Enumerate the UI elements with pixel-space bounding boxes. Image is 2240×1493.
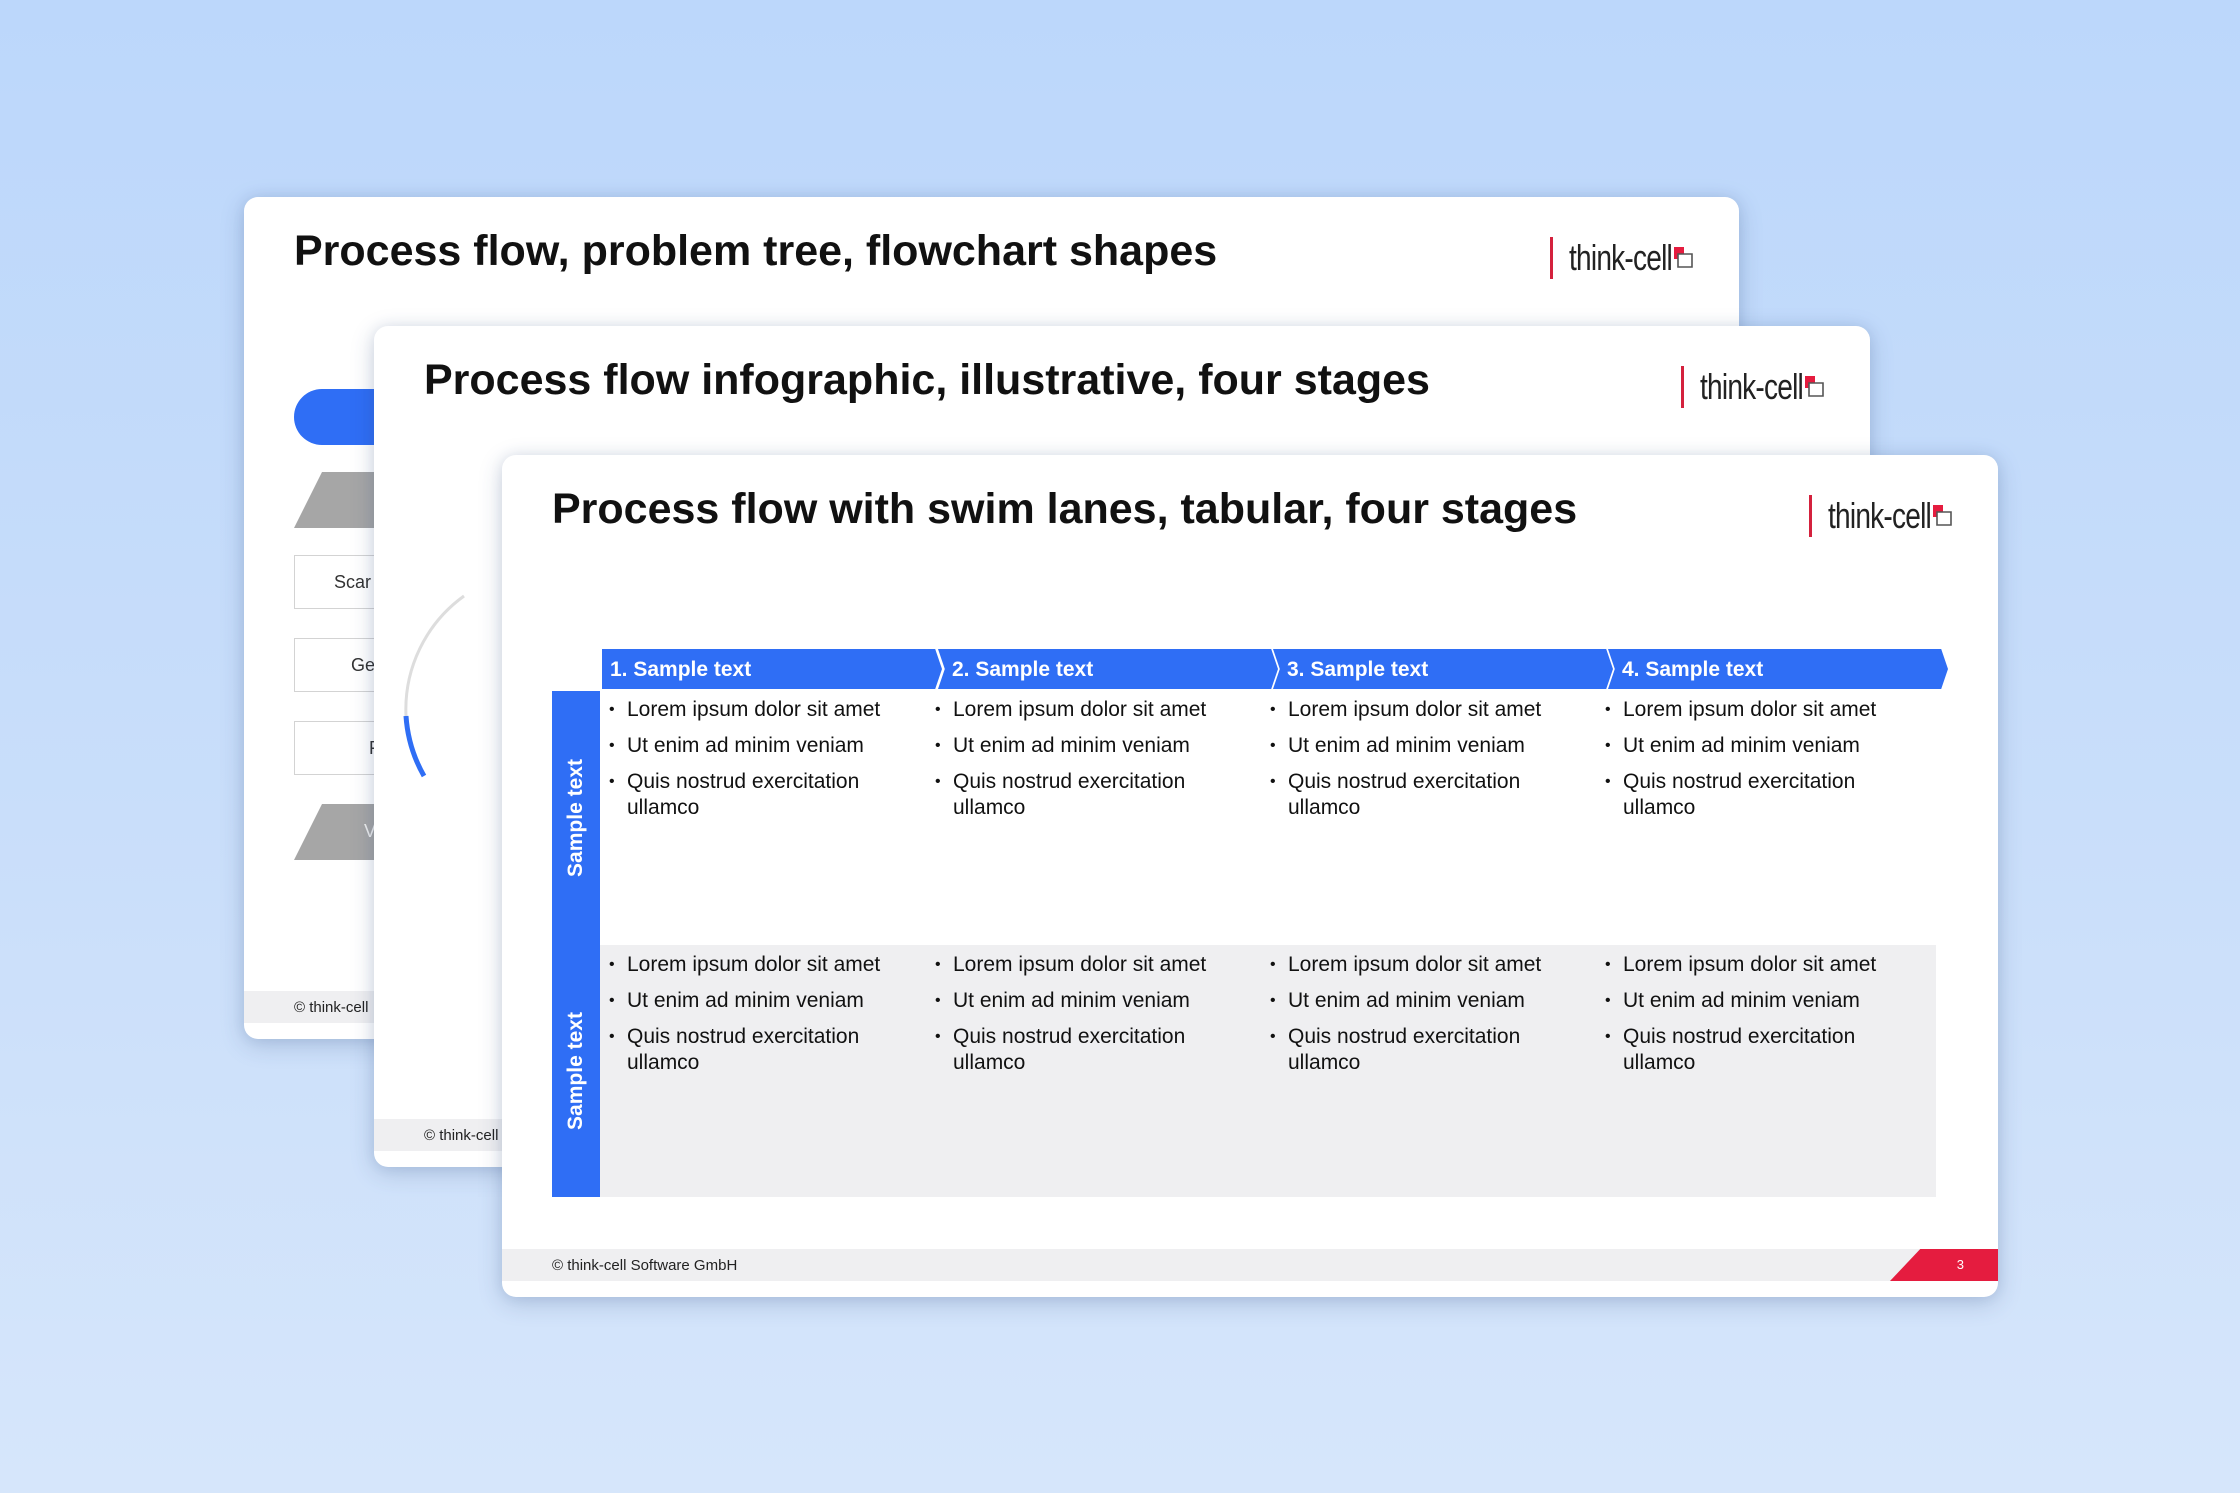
lane-2-stage-1-cell: Lorem ipsum dolor sit amet Ut enim ad mi… bbox=[609, 952, 929, 1086]
swim-lane-label-1: Sample text bbox=[552, 691, 600, 945]
stage-header-label: 3. Sample text bbox=[1287, 658, 1429, 681]
think-cell-logo: think-cell bbox=[1808, 493, 1954, 539]
think-cell-logo-icon bbox=[1805, 376, 1824, 397]
lane-label-text: Sample text bbox=[564, 1012, 587, 1130]
infographic-ring-arc bbox=[403, 594, 465, 778]
list-item: Lorem ipsum dolor sit amet bbox=[935, 952, 1255, 978]
lane-2-stage-2-cell: Lorem ipsum dolor sit amet Ut enim ad mi… bbox=[935, 952, 1255, 1086]
page-number: 3 bbox=[1956, 1257, 1964, 1272]
logo-divider bbox=[1808, 495, 1812, 537]
list-item: Ut enim ad minim veniam bbox=[935, 733, 1255, 759]
list-item: Quis nostrud exercitation ullamco bbox=[1270, 1024, 1590, 1076]
list-item: Quis nostrud exercitation ullamco bbox=[935, 1024, 1255, 1076]
lane-1-stage-3-cell: Lorem ipsum dolor sit amet Ut enim ad mi… bbox=[1270, 697, 1590, 831]
copyright-text: © think-cell bbox=[294, 998, 369, 1016]
list-item: Ut enim ad minim veniam bbox=[1605, 733, 1925, 759]
slide-title: Process flow, problem tree, flowchart sh… bbox=[294, 227, 1218, 275]
stage-header-2: 2. Sample text bbox=[938, 649, 1278, 689]
list-item: Ut enim ad minim veniam bbox=[1270, 733, 1590, 759]
shape-label: Scar bbox=[334, 572, 372, 592]
logo-text: think-cell bbox=[1827, 495, 1932, 536]
copyright-text: © think-cell bbox=[424, 1126, 499, 1144]
think-cell-logo: think-cell bbox=[1680, 364, 1826, 410]
list-item: Quis nostrud exercitation ullamco bbox=[609, 1024, 929, 1076]
list-item: Lorem ipsum dolor sit amet bbox=[1270, 952, 1590, 978]
stage-header-label: 4. Sample text bbox=[1622, 658, 1764, 681]
think-cell-logo-icon bbox=[1674, 247, 1693, 268]
list-item: Ut enim ad minim veniam bbox=[609, 988, 929, 1014]
list-item: Lorem ipsum dolor sit amet bbox=[1605, 952, 1925, 978]
slide-footer: © think-cell Software GmbH 3 bbox=[502, 1249, 1998, 1281]
list-item: Quis nostrud exercitation ullamco bbox=[609, 769, 929, 821]
lane-2-stage-4-cell: Lorem ipsum dolor sit amet Ut enim ad mi… bbox=[1605, 952, 1925, 1086]
list-item: Quis nostrud exercitation ullamco bbox=[1605, 1024, 1925, 1076]
think-cell-logo: think-cell bbox=[1549, 235, 1695, 281]
list-item: Quis nostrud exercitation ullamco bbox=[935, 769, 1255, 821]
lane-1-stage-1-cell: Lorem ipsum dolor sit amet Ut enim ad mi… bbox=[609, 697, 929, 831]
slide-title: Process flow with swim lanes, tabular, f… bbox=[552, 485, 1578, 533]
stage-header-4: 4. Sample text bbox=[1608, 649, 1948, 689]
copyright-text: © think-cell Software GmbH bbox=[552, 1256, 738, 1274]
lane-2-stage-3-cell: Lorem ipsum dolor sit amet Ut enim ad mi… bbox=[1270, 952, 1590, 1086]
list-item: Quis nostrud exercitation ullamco bbox=[1270, 769, 1590, 821]
list-item: Lorem ipsum dolor sit amet bbox=[1605, 697, 1925, 723]
logo-divider bbox=[1680, 366, 1684, 408]
list-item: Ut enim ad minim veniam bbox=[1270, 988, 1590, 1014]
list-item: Lorem ipsum dolor sit amet bbox=[935, 697, 1255, 723]
swim-lane-label-2: Sample text bbox=[552, 945, 600, 1197]
list-item: Ut enim ad minim veniam bbox=[1605, 988, 1925, 1014]
shape-label: Ge bbox=[351, 655, 376, 675]
stage-header-1: 1. Sample text bbox=[602, 649, 942, 689]
stage-header-label: 1. Sample text bbox=[610, 658, 752, 681]
logo-divider bbox=[1549, 237, 1553, 279]
list-item: Quis nostrud exercitation ullamco bbox=[1605, 769, 1925, 821]
lane-1-stage-4-cell: Lorem ipsum dolor sit amet Ut enim ad mi… bbox=[1605, 697, 1925, 831]
list-item: Ut enim ad minim veniam bbox=[609, 733, 929, 759]
think-cell-logo-icon bbox=[1933, 505, 1952, 526]
slide-title: Process flow infographic, illustrative, … bbox=[424, 356, 1430, 404]
lane-1-stage-2-cell: Lorem ipsum dolor sit amet Ut enim ad mi… bbox=[935, 697, 1255, 831]
page-number-tag bbox=[1890, 1249, 1998, 1281]
list-item: Ut enim ad minim veniam bbox=[935, 988, 1255, 1014]
lane-label-text: Sample text bbox=[564, 759, 587, 877]
logo-text: think-cell bbox=[1568, 237, 1673, 278]
list-item: Lorem ipsum dolor sit amet bbox=[609, 952, 929, 978]
stage-header-3: 3. Sample text bbox=[1273, 649, 1613, 689]
list-item: Lorem ipsum dolor sit amet bbox=[609, 697, 929, 723]
logo-text: think-cell bbox=[1699, 366, 1804, 407]
list-item: Lorem ipsum dolor sit amet bbox=[1270, 697, 1590, 723]
slide-swim-lanes[interactable]: Process flow with swim lanes, tabular, f… bbox=[502, 455, 1998, 1297]
stage-header-label: 2. Sample text bbox=[952, 658, 1094, 681]
